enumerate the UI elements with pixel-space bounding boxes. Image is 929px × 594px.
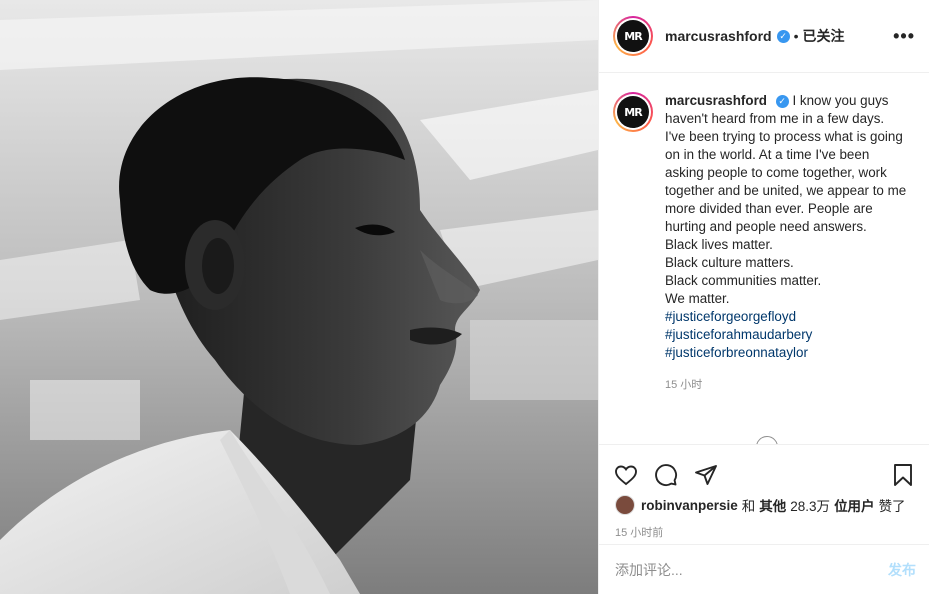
author-username[interactable]: marcusrashford <box>665 28 772 44</box>
avatar-border: MR <box>615 18 651 54</box>
load-more-comments-icon[interactable] <box>756 436 778 444</box>
post-time-ago[interactable]: 15 小时前 <box>599 524 929 540</box>
caption-line: Black communities matter. <box>665 273 822 288</box>
avatar-logo: MR <box>617 20 649 52</box>
verified-badge-icon: ✓ <box>775 94 789 108</box>
likes-others-link[interactable]: 其他 <box>759 495 786 515</box>
action-icons <box>599 445 929 493</box>
caption-timestamp[interactable]: 15 小时 <box>665 376 914 392</box>
post-header: MR marcusrashford ✓ • 已关注 ••• <box>599 0 929 73</box>
avatar-logo: MR <box>617 96 649 128</box>
post-actions: robinvanpersie 和 其他 28.3万 位用户 赞了 15 小时前 <box>599 444 929 544</box>
caption-section: MR marcusrashford ✓ I know you guys have… <box>599 74 929 444</box>
post-comment-button[interactable]: 发布 <box>888 560 916 580</box>
caption-author-avatar[interactable]: MR <box>613 92 653 132</box>
likes-count[interactable]: 28.3万 <box>790 495 830 515</box>
liker-username[interactable]: robinvanpersie <box>641 498 738 513</box>
caption-username[interactable]: marcusrashford <box>665 93 767 108</box>
caption-row: MR marcusrashford ✓ I know you guys have… <box>613 92 914 362</box>
post-sidebar: MR marcusrashford ✓ • 已关注 ••• MR marcusr… <box>598 0 929 594</box>
author-avatar[interactable]: MR <box>613 16 653 56</box>
hashtag-link[interactable]: #justiceforahmaudarbery <box>665 326 910 344</box>
likes-summary: robinvanpersie 和 其他 28.3万 位用户 赞了 <box>599 495 929 515</box>
likes-and-text: 和 <box>741 499 756 514</box>
likes-users-link[interactable]: 位用户 <box>834 495 875 515</box>
liker-avatar[interactable] <box>615 495 635 515</box>
comment-input[interactable] <box>615 561 888 578</box>
verified-badge-icon: ✓ <box>776 29 790 43</box>
heart-icon[interactable] <box>613 462 639 488</box>
post-photo[interactable] <box>0 0 598 594</box>
caption-line: I've been trying to process what is goin… <box>665 129 907 234</box>
bookmark-icon[interactable] <box>890 462 916 488</box>
comment-form: 发布 <box>599 544 929 594</box>
hashtag-link[interactable]: #justiceforgeorgefloyd <box>665 308 910 326</box>
comment-icon[interactable] <box>653 462 679 488</box>
share-icon[interactable] <box>693 462 719 488</box>
caption-text: marcusrashford ✓ I know you guys haven't… <box>665 92 910 362</box>
portrait-illustration <box>0 0 598 594</box>
caption-line: Black culture matters. <box>665 255 794 270</box>
caption-line: Black lives matter. <box>665 237 773 252</box>
likes-liked-text: 赞了 <box>878 499 906 514</box>
hashtag-link[interactable]: #justiceforbreonnataylor <box>665 344 910 362</box>
avatar-border: MR <box>615 94 651 130</box>
following-button[interactable]: 已关注 <box>803 26 845 46</box>
more-options-icon[interactable]: ••• <box>893 26 915 47</box>
caption-line: We matter. <box>665 291 730 306</box>
separator-dot: • <box>793 28 799 44</box>
